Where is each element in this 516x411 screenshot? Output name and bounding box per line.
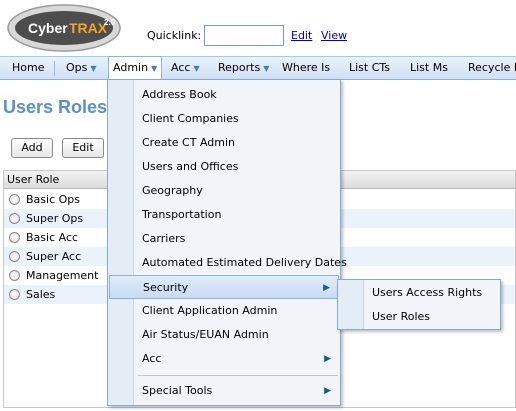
quicklink-label: Quicklink: [147, 29, 202, 42]
menu-item-special-tools[interactable]: Special Tools ▶ [109, 379, 339, 403]
menu-item-transportation[interactable]: Transportation [109, 203, 339, 227]
nav-divider [54, 61, 55, 76]
row-radio[interactable] [9, 232, 20, 243]
nav-list-ms[interactable]: List Ms [410, 57, 448, 79]
nav-reports[interactable]: Reports ▼ [218, 57, 269, 79]
main-nav-bar: Home Ops ▼ Admin ▼ Acc ▼ Reports ▼ Where Is … [0, 56, 516, 80]
menu-item-acc[interactable]: Acc ▶ [109, 347, 339, 371]
menu-divider [138, 375, 338, 376]
menu-item-automated-estimated-delivery-dates[interactable]: Automated Estimated Delivery Dates [109, 251, 347, 275]
nav-admin-label: Admin [113, 61, 149, 74]
menu-item-create-ct-admin[interactable]: Create CT Admin [109, 131, 339, 155]
menu-item-client-application-admin[interactable]: Client Application Admin [109, 299, 339, 323]
cybertrax-logo[interactable]: Cyber TRAX 2.0 [6, 2, 124, 52]
row-label: Management [26, 269, 99, 282]
security-submenu: Users Access Rights User Roles [337, 279, 501, 330]
menu-item-acc-label: Acc [142, 352, 162, 365]
nav-recycle-bin[interactable]: Recycle B [468, 57, 516, 79]
chevron-down-icon: ▼ [151, 64, 158, 73]
nav-ops-label: Ops [66, 61, 88, 74]
chevron-down-icon: ▼ [263, 64, 270, 73]
menu-item-security[interactable]: Security ▶ [109, 275, 339, 299]
svg-text:Cyber: Cyber [28, 20, 68, 36]
quicklink-view-link[interactable]: View [321, 29, 347, 42]
admin-dropdown-menu: Address Book Client Companies Create CT … [107, 79, 347, 406]
menu-item-carriers[interactable]: Carriers [109, 227, 339, 251]
svg-text:2.0: 2.0 [104, 18, 116, 27]
nav-acc[interactable]: Acc ▼ [171, 57, 200, 79]
row-label: Sales [26, 288, 56, 301]
row-radio[interactable] [9, 251, 20, 262]
submenu-arrow-icon: ▶ [324, 386, 331, 396]
menu-item-client-companies[interactable]: Client Companies [109, 107, 339, 131]
nav-where-is[interactable]: Where Is [282, 57, 330, 79]
row-label: Super Ops [26, 212, 84, 225]
add-button[interactable]: Add [11, 138, 53, 158]
row-label: Basic Acc [26, 231, 79, 244]
quicklink-input[interactable] [204, 25, 284, 46]
row-radio[interactable] [9, 194, 20, 205]
nav-admin[interactable]: Admin ▼ [108, 56, 163, 80]
svg-text:TRAX: TRAX [69, 20, 108, 36]
menu-item-security-label: Security [143, 281, 189, 294]
nav-ops[interactable]: Ops ▼ [66, 57, 97, 79]
menu-item-users-and-offices[interactable]: Users and Offices [109, 155, 339, 179]
chevron-down-icon: ▼ [90, 64, 97, 73]
menu-item-special-tools-label: Special Tools [142, 384, 213, 397]
submenu-item-users-access-rights[interactable]: Users Access Rights [339, 281, 499, 305]
nav-reports-label: Reports [218, 61, 261, 74]
nav-acc-label: Acc [171, 61, 191, 74]
page-title: Users Roles [3, 97, 108, 117]
row-radio[interactable] [9, 289, 20, 300]
quicklink-edit-link[interactable]: Edit [291, 29, 312, 42]
edit-button[interactable]: Edit [62, 138, 104, 158]
row-label: Super Acc [26, 250, 82, 263]
menu-item-address-book[interactable]: Address Book [109, 83, 339, 107]
submenu-item-user-roles[interactable]: User Roles [339, 305, 499, 329]
row-label: Basic Ops [26, 193, 80, 206]
chevron-down-icon: ▼ [193, 64, 200, 73]
nav-home[interactable]: Home [12, 57, 44, 79]
row-radio[interactable] [9, 213, 20, 224]
row-radio[interactable] [9, 270, 20, 281]
nav-list-cts[interactable]: List CTs [349, 57, 390, 79]
submenu-arrow-icon: ▶ [323, 283, 330, 293]
menu-item-geography[interactable]: Geography [109, 179, 339, 203]
submenu-arrow-icon: ▶ [324, 354, 331, 364]
menu-item-air-status-euan-admin[interactable]: Air Status/EUAN Admin [109, 323, 339, 347]
